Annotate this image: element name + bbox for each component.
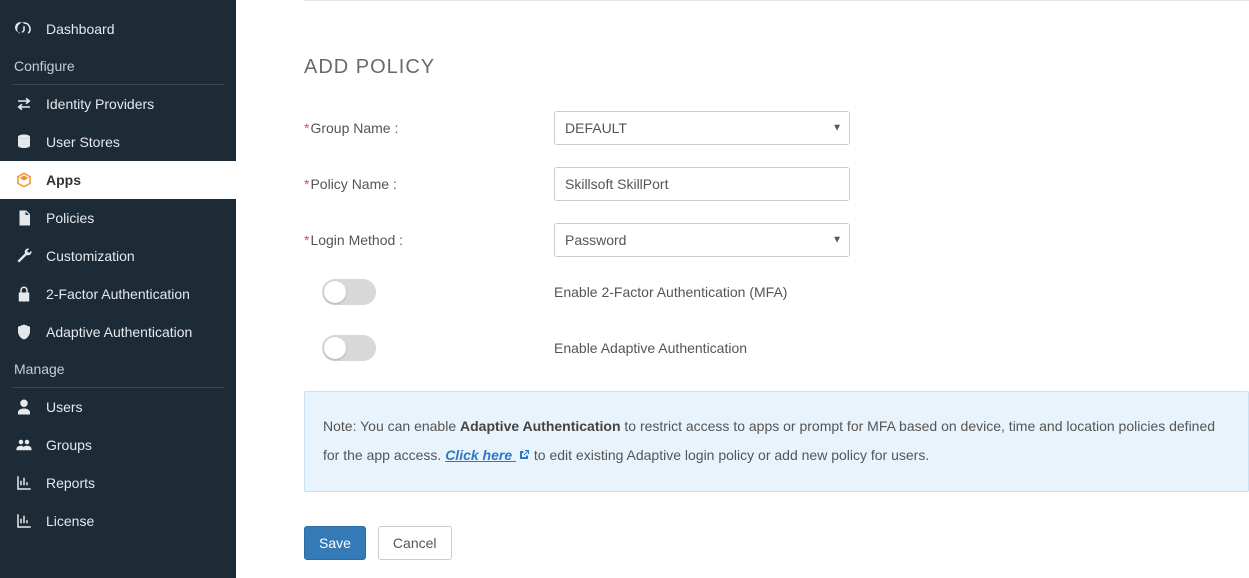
- sidebar-item-license[interactable]: License: [0, 502, 236, 540]
- sidebar-item-users[interactable]: Users: [0, 388, 236, 426]
- info-text-suffix: to edit existing Adaptive login policy o…: [530, 447, 929, 463]
- sidebar-item-label: License: [46, 513, 94, 529]
- label-group-name: *Group Name :: [304, 120, 554, 136]
- user-icon: [14, 397, 34, 417]
- toggle-adaptive[interactable]: [322, 335, 376, 361]
- info-link-click-here[interactable]: Click here: [445, 447, 530, 463]
- sidebar-item-identity-providers[interactable]: Identity Providers: [0, 85, 236, 123]
- label-toggle-adaptive: Enable Adaptive Authentication: [554, 340, 747, 356]
- shield-icon: [14, 322, 34, 342]
- sidebar-item-label: Groups: [46, 437, 92, 453]
- sidebar-item-adaptive-auth[interactable]: Adaptive Authentication: [0, 313, 236, 351]
- sidebar-item-label: User Stores: [46, 134, 120, 150]
- sidebar-item-groups[interactable]: Groups: [0, 426, 236, 464]
- row-toggle-adaptive: Enable Adaptive Authentication: [304, 335, 1249, 361]
- sidebar-item-label: Reports: [46, 475, 95, 491]
- sidebar-item-label: Dashboard: [46, 21, 115, 37]
- sidebar-item-label: Apps: [46, 172, 81, 188]
- sidebar-item-2fa[interactable]: 2-Factor Authentication: [0, 275, 236, 313]
- document-icon: [14, 208, 34, 228]
- info-note: Note: You can enable Adaptive Authentica…: [304, 391, 1249, 492]
- external-link-icon: [518, 449, 530, 461]
- sidebar-item-dashboard[interactable]: Dashboard: [0, 10, 236, 48]
- info-text-prefix: Note: You can enable: [323, 418, 460, 434]
- sidebar-item-apps[interactable]: Apps: [0, 161, 236, 199]
- sidebar-item-label: Policies: [46, 210, 94, 226]
- page-title: ADD POLICY: [304, 56, 1249, 79]
- cancel-button[interactable]: Cancel: [378, 526, 452, 560]
- info-bold: Adaptive Authentication: [460, 418, 621, 434]
- sidebar-section-configure: Configure: [0, 48, 236, 84]
- sidebar-section-manage: Manage: [0, 351, 236, 387]
- label-policy-name: *Policy Name :: [304, 176, 554, 192]
- toggle-mfa[interactable]: [322, 279, 376, 305]
- save-button[interactable]: Save: [304, 526, 366, 560]
- select-group-name[interactable]: DEFAULT: [554, 111, 850, 145]
- toggle-knob: [324, 337, 346, 359]
- label-toggle-mfa: Enable 2-Factor Authentication (MFA): [554, 284, 787, 300]
- users-icon: [14, 435, 34, 455]
- lock-icon: [14, 284, 34, 304]
- row-policy-name: *Policy Name :: [304, 167, 1249, 201]
- chart-icon: [14, 473, 34, 493]
- database-icon: [14, 132, 34, 152]
- sidebar: Dashboard Configure Identity Providers U…: [0, 0, 236, 578]
- sidebar-item-policies[interactable]: Policies: [0, 199, 236, 237]
- button-row: Save Cancel: [304, 526, 1249, 560]
- row-group-name: *Group Name : DEFAULT ▼: [304, 111, 1249, 145]
- label-login-method: *Login Method :: [304, 232, 554, 248]
- sidebar-item-reports[interactable]: Reports: [0, 464, 236, 502]
- sidebar-item-label: 2-Factor Authentication: [46, 286, 190, 302]
- sidebar-item-label: Users: [46, 399, 83, 415]
- row-toggle-mfa: Enable 2-Factor Authentication (MFA): [304, 279, 1249, 305]
- sidebar-item-label: Identity Providers: [46, 96, 154, 112]
- sidebar-item-customization[interactable]: Customization: [0, 237, 236, 275]
- select-login-method[interactable]: Password: [554, 223, 850, 257]
- gauge-icon: [14, 19, 34, 39]
- sidebar-item-user-stores[interactable]: User Stores: [0, 123, 236, 161]
- row-login-method: *Login Method : Password ▼: [304, 223, 1249, 257]
- wrench-icon: [14, 246, 34, 266]
- chart-icon: [14, 511, 34, 531]
- arrows-icon: [14, 94, 34, 114]
- input-policy-name[interactable]: [554, 167, 850, 201]
- toggle-knob: [324, 281, 346, 303]
- top-divider: [304, 0, 1249, 1]
- sidebar-item-label: Adaptive Authentication: [46, 324, 192, 340]
- cube-icon: [14, 170, 34, 190]
- main-content: ADD POLICY *Group Name : DEFAULT ▼ *Poli…: [236, 0, 1249, 578]
- sidebar-item-label: Customization: [46, 248, 135, 264]
